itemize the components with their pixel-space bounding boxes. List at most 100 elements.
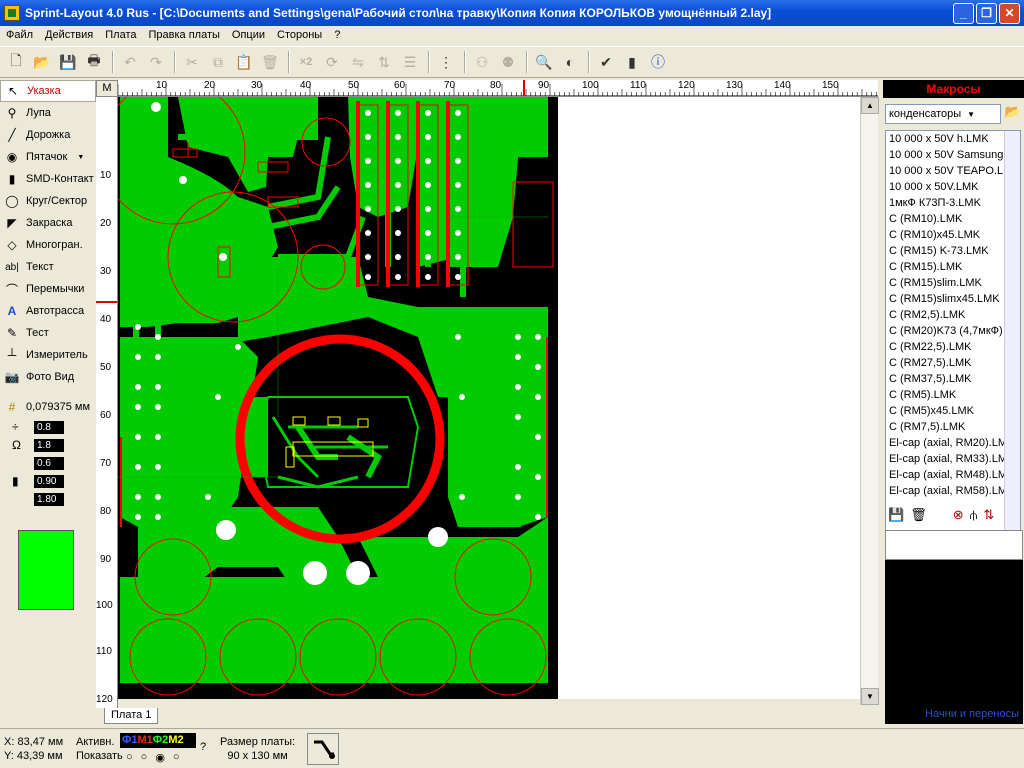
color-swatch[interactable] (18, 530, 74, 610)
tool-autoroute[interactable]: A Автотрасса (0, 300, 96, 322)
track-width-param[interactable]: ÷ 0.8 (0, 418, 96, 436)
list-item[interactable]: C (RM15)slim.LMK (886, 275, 1020, 291)
list-item[interactable]: C (RM10)x45.LMK (886, 227, 1020, 243)
show-f2-radio[interactable]: ◉ (155, 751, 165, 764)
tool-smd[interactable]: ▮ SMD-Контакт (0, 168, 96, 190)
macro-link[interactable]: Начни и переносы (885, 708, 1023, 720)
tool-ruler[interactable]: ┴ Измеритель (0, 344, 96, 366)
tool-photo[interactable]: 📷 Фото Вид (0, 366, 96, 388)
tool-magnifier[interactable]: ⚲ Лупа (0, 102, 96, 124)
zoom-icon[interactable]: 🔍 (532, 50, 556, 74)
tool-text[interactable]: ab| Текст (0, 256, 96, 278)
smd-height-param[interactable]: 1.80 (0, 490, 96, 508)
copy-icon[interactable]: ⧉ (206, 50, 230, 74)
list-item[interactable]: C (RM15) K-73.LMK (886, 243, 1020, 259)
duplicate-icon[interactable]: ×2 (294, 50, 318, 74)
list-item[interactable]: El-cap (axial, RM20).LMK (886, 435, 1020, 451)
list-item[interactable]: 10 000 x 50V Samsung (886, 147, 1020, 163)
pad-outer-param[interactable]: Ω 1.8 (0, 436, 96, 454)
list-item[interactable]: C (RM27,5).LMK (886, 355, 1020, 371)
list-item[interactable]: C (RM5)x45.LMK (886, 403, 1020, 419)
tool-pointer[interactable]: ↖ Указка (0, 80, 96, 102)
list-item[interactable]: El-cap (axial, RM58).LMK (886, 483, 1020, 499)
delete-icon[interactable]: 🗑 (910, 507, 927, 523)
list-item[interactable]: El-cap (axial, RM33).LMK (886, 451, 1020, 467)
save-icon[interactable]: 💾 (56, 50, 80, 74)
macro-folder-select[interactable]: конденсаторы ▼ (885, 104, 1001, 124)
align-icon[interactable]: ☰ (398, 50, 422, 74)
filter-icon[interactable]: ⫛ (970, 507, 978, 523)
list-item[interactable]: C (RM22,5).LMK (886, 339, 1020, 355)
chevron-down-icon[interactable]: ▼ (77, 154, 84, 161)
transparency-icon[interactable]: ◐ (558, 50, 582, 74)
scroll-down-icon[interactable]: ▼ (861, 688, 879, 705)
swap-layers-icon[interactable]: ⇅ (983, 507, 994, 523)
show-f1-radio[interactable]: ○ (126, 751, 133, 764)
open-folder-icon[interactable]: 📂 (1003, 104, 1023, 124)
undo-icon[interactable]: ↶ (118, 50, 142, 74)
redo-icon[interactable]: ↷ (144, 50, 168, 74)
list-item[interactable]: C (RM10).LMK (886, 211, 1020, 227)
pad-inner-param[interactable]: 0.6 (0, 454, 96, 472)
cut-icon[interactable]: ✂ (180, 50, 204, 74)
layer-m1[interactable]: М1 (138, 734, 153, 746)
layer-f1[interactable]: Ф1 (122, 734, 138, 746)
print-icon[interactable]: 🖶 (82, 50, 106, 74)
show-m1-radio[interactable]: ○ (141, 751, 148, 764)
list-item[interactable]: 10 000 x 50V.LMK (886, 179, 1020, 195)
menu-board[interactable]: Плата (99, 29, 142, 41)
mirror-v-icon[interactable]: ⇅ (372, 50, 396, 74)
list-item[interactable]: 10 000 x 50V h.LMK (886, 131, 1020, 147)
connection-tool-button[interactable] (307, 733, 339, 765)
layer-f2[interactable]: Ф2 (153, 734, 169, 746)
menu-options[interactable]: Опции (226, 29, 271, 41)
macro-list-scrollbar[interactable] (1004, 131, 1020, 549)
save-icon[interactable]: 💾 (888, 507, 904, 523)
minimize-button[interactable]: _ (953, 2, 974, 24)
help-mark[interactable]: ? (200, 741, 206, 753)
restore-button[interactable]: ❐ (976, 2, 997, 24)
list-item[interactable]: 10 000 x 50V TEAPO.LMK (886, 163, 1020, 179)
close-button[interactable]: ✕ (999, 2, 1020, 24)
mirror-h-icon[interactable]: ⇋ (346, 50, 370, 74)
list-item[interactable]: 1мкФ К73П-3.LMK (886, 195, 1020, 211)
list-item[interactable]: C (RM7,5).LMK (886, 419, 1020, 435)
layer-selector[interactable]: Ф1М1Ф2М2 (120, 733, 196, 748)
list-item[interactable]: C (RM15).LMK (886, 259, 1020, 275)
macro-icon[interactable]: ▮ (620, 50, 644, 74)
tool-jumper[interactable]: ⌒ Перемычки (0, 278, 96, 300)
ruler-corner[interactable]: M (96, 80, 118, 97)
rotate-icon[interactable]: ⟳ (320, 50, 344, 74)
tool-track[interactable]: ╱ Дорожка (0, 124, 96, 146)
smd-width-param[interactable]: ▮ 0.90 (0, 472, 96, 490)
ungroup-icon[interactable]: ⚉ (496, 50, 520, 74)
menu-actions[interactable]: Действия (39, 29, 99, 41)
tool-test[interactable]: ✎ Тест (0, 322, 96, 344)
menu-file[interactable]: Файл (0, 29, 39, 41)
layer-m2[interactable]: М2 (168, 734, 183, 746)
drc-icon[interactable]: ✔ (594, 50, 618, 74)
grid-setting[interactable]: #0,079375 мм (0, 396, 96, 418)
list-item[interactable]: C (RM20)K73 (4,7мкФ) (886, 323, 1020, 339)
macro-list[interactable]: 10 000 x 50V h.LMK 10 000 x 50V Samsung … (885, 130, 1021, 550)
menu-sides[interactable]: Стороны (271, 29, 328, 41)
connections-icon[interactable]: ⋮ (434, 50, 458, 74)
new-file-icon[interactable]: 🗋 (4, 50, 28, 74)
show-m2-radio[interactable]: ○ (173, 751, 180, 764)
component-icon[interactable]: ⊗ (953, 507, 964, 523)
menu-help[interactable]: ? (328, 29, 346, 41)
scroll-up-icon[interactable]: ▲ (861, 97, 879, 114)
menu-edit-board[interactable]: Правка платы (142, 29, 225, 41)
delete-icon[interactable]: 🗑 (258, 50, 282, 74)
info-icon[interactable]: ⓘ (646, 50, 670, 74)
list-item[interactable]: El-cap (axial, RM48).LMK (886, 467, 1020, 483)
paste-icon[interactable]: 📋 (232, 50, 256, 74)
tool-circle[interactable]: ◯ Круг/Сектор (0, 190, 96, 212)
list-item[interactable]: C (RM2,5).LMK (886, 307, 1020, 323)
list-item[interactable]: C (RM5).LMK (886, 387, 1020, 403)
list-item[interactable]: C (RM37,5).LMK (886, 371, 1020, 387)
tool-zone[interactable]: ◤ Закраска (0, 212, 96, 234)
list-item[interactable]: C (RM15)slimx45.LMK (886, 291, 1020, 307)
tab-board-1[interactable]: Плата 1 (104, 708, 159, 724)
group-icon[interactable]: ⚇ (470, 50, 494, 74)
